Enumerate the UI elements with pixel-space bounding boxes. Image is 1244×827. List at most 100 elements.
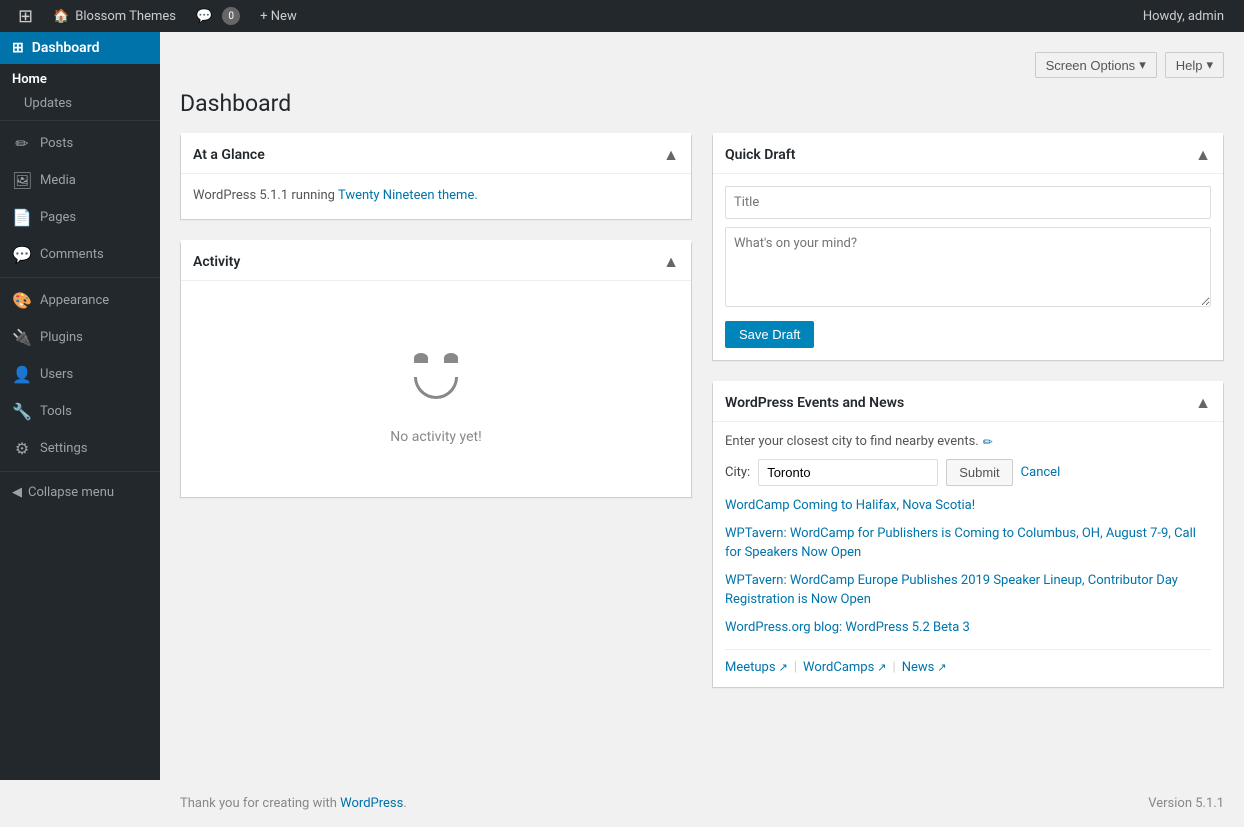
tools-icon: 🔧: [12, 402, 32, 421]
help-chevron-icon: ▾: [1206, 57, 1213, 73]
city-input[interactable]: [758, 459, 938, 486]
pencil-icon[interactable]: ✏: [983, 435, 993, 449]
activity-header: Activity ▲: [181, 244, 691, 281]
new-content-button[interactable]: + New: [250, 0, 307, 32]
comments-sidebar-label: Comments: [40, 247, 104, 262]
main-content: Screen Options ▾ Help ▾ Dashboard At a G…: [160, 32, 1244, 780]
plugins-icon: 🔌: [12, 328, 32, 347]
updates-label: Updates: [24, 96, 72, 111]
sidebar-item-comments[interactable]: 💬 Comments: [0, 236, 160, 273]
wordpress-link[interactable]: WordPress: [340, 796, 403, 811]
wp-logo-button[interactable]: ⊞: [8, 0, 43, 32]
wp-version-prefix: WordPress 5.1.1 running: [193, 188, 338, 203]
events-news-toggle[interactable]: ▲: [1195, 393, 1211, 413]
dashboard-grid: At a Glance ▲ WordPress 5.1.1 running Tw…: [180, 133, 1224, 688]
appearance-icon: 🎨: [12, 291, 32, 310]
meetups-external-icon: ↗: [779, 661, 788, 674]
sidebar-item-updates[interactable]: Updates: [0, 91, 160, 116]
wp-logo-icon: ⊞: [18, 6, 33, 27]
main-topbar: Screen Options ▾ Help ▾: [180, 52, 1224, 78]
city-cancel-link[interactable]: Cancel: [1021, 465, 1061, 480]
collapse-label: Collapse menu: [28, 485, 114, 500]
events-city-row: City: Submit Cancel: [725, 459, 1211, 486]
screen-options-chevron-icon: ▾: [1139, 57, 1146, 73]
settings-label: Settings: [40, 441, 87, 456]
sidebar-item-users[interactable]: 👤 Users: [0, 356, 160, 393]
draft-title-input[interactable]: [725, 186, 1211, 219]
sidebar: ⊞ Dashboard Home Updates ✏ Posts 🖼 Media…: [0, 32, 160, 780]
wordcamps-link[interactable]: WordCamps ↗: [803, 660, 887, 675]
sidebar-item-pages[interactable]: 📄 Pages: [0, 199, 160, 236]
home-section-label: Home: [12, 72, 47, 87]
right-column: Quick Draft ▲ Save Draft WordPress Event…: [712, 133, 1224, 688]
eye-right: [444, 353, 458, 363]
submit-label: Submit: [959, 465, 999, 480]
activity-empty-state: No activity yet!: [193, 293, 679, 485]
sidebar-home-section: Home: [0, 64, 160, 91]
quick-draft-toggle[interactable]: ▲: [1195, 145, 1211, 165]
meetups-link[interactable]: Meetups ↗: [725, 660, 788, 675]
site-name-button[interactable]: 🏠 Blossom Themes: [43, 0, 186, 32]
news-item-1[interactable]: WPTavern: WordCamp for Publishers is Com…: [725, 524, 1211, 563]
left-column: At a Glance ▲ WordPress 5.1.1 running Tw…: [180, 133, 692, 688]
new-label: + New: [260, 9, 297, 24]
city-label: City:: [725, 465, 750, 480]
news-item-0[interactable]: WordCamp Coming to Halifax, Nova Scotia!: [725, 496, 1211, 516]
users-icon: 👤: [12, 365, 32, 384]
comments-count: 0: [222, 7, 240, 25]
posts-icon: ✏: [12, 134, 32, 153]
activity-toggle[interactable]: ▲: [663, 252, 679, 272]
sidebar-item-tools[interactable]: 🔧 Tools: [0, 393, 160, 430]
plugins-label: Plugins: [40, 330, 83, 345]
at-a-glance-header: At a Glance ▲: [181, 137, 691, 174]
draft-body-input[interactable]: [725, 227, 1211, 307]
sidebar-item-plugins[interactable]: 🔌 Plugins: [0, 319, 160, 356]
sidebar-item-appearance[interactable]: 🎨 Appearance: [0, 282, 160, 319]
screen-options-label: Screen Options: [1046, 58, 1136, 73]
smiley-inner: [396, 333, 476, 413]
sidebar-separator-3: [0, 471, 160, 472]
events-description-text: Enter your closest city to find nearby e…: [725, 434, 979, 449]
save-draft-button[interactable]: Save Draft: [725, 321, 814, 348]
comments-button[interactable]: 💬 0: [186, 0, 250, 32]
posts-label: Posts: [40, 136, 73, 151]
events-news-title: WordPress Events and News: [725, 395, 904, 411]
save-draft-label: Save Draft: [739, 327, 800, 342]
sidebar-item-media[interactable]: 🖼 Media: [0, 162, 160, 199]
smiley-face-graphic: [396, 333, 476, 413]
wordcamps-label: WordCamps: [803, 660, 874, 675]
footer-separator-2: |: [893, 660, 896, 675]
users-label: Users: [40, 367, 73, 382]
events-news-header: WordPress Events and News ▲: [713, 385, 1223, 422]
activity-title: Activity: [193, 254, 240, 270]
screen-options-button[interactable]: Screen Options ▾: [1035, 52, 1157, 78]
no-activity-text: No activity yet!: [390, 429, 481, 445]
settings-icon: ⚙: [12, 439, 32, 458]
eye-left: [414, 353, 428, 363]
at-a-glance-toggle[interactable]: ▲: [663, 145, 679, 165]
pages-icon: 📄: [12, 208, 32, 227]
news-link-footer[interactable]: News ↗: [902, 660, 947, 675]
at-a-glance-body: WordPress 5.1.1 running Twenty Nineteen …: [181, 174, 691, 219]
media-label: Media: [40, 173, 76, 188]
help-button[interactable]: Help ▾: [1165, 52, 1224, 78]
news-item-2[interactable]: WPTavern: WordCamp Europe Publishes 2019…: [725, 571, 1211, 610]
sidebar-item-posts[interactable]: ✏ Posts: [0, 125, 160, 162]
city-submit-button[interactable]: Submit: [946, 459, 1012, 486]
news-item-3[interactable]: WordPress.org blog: WordPress 5.2 Beta 3: [725, 618, 1211, 638]
tools-label: Tools: [40, 404, 72, 419]
meetups-label: Meetups: [725, 660, 776, 675]
smile-arc: [414, 377, 458, 399]
appearance-label: Appearance: [40, 293, 109, 308]
site-name-label: Blossom Themes: [75, 9, 176, 24]
sidebar-item-settings[interactable]: ⚙ Settings: [0, 430, 160, 467]
activity-body: No activity yet!: [181, 281, 691, 497]
pages-label: Pages: [40, 210, 76, 225]
admin-bar: ⊞ 🏠 Blossom Themes 💬 0 + New Howdy, admi…: [0, 0, 1244, 32]
collapse-menu-button[interactable]: ◀ Collapse menu: [0, 476, 160, 509]
theme-link[interactable]: Twenty Nineteen theme.: [338, 188, 478, 203]
sidebar-dashboard-label: Dashboard: [32, 40, 100, 56]
news-footer: Meetups ↗ | WordCamps ↗ | News ↗: [725, 649, 1211, 675]
page-title: Dashboard: [180, 90, 1224, 117]
sidebar-item-dashboard[interactable]: ⊞ Dashboard: [0, 32, 160, 64]
